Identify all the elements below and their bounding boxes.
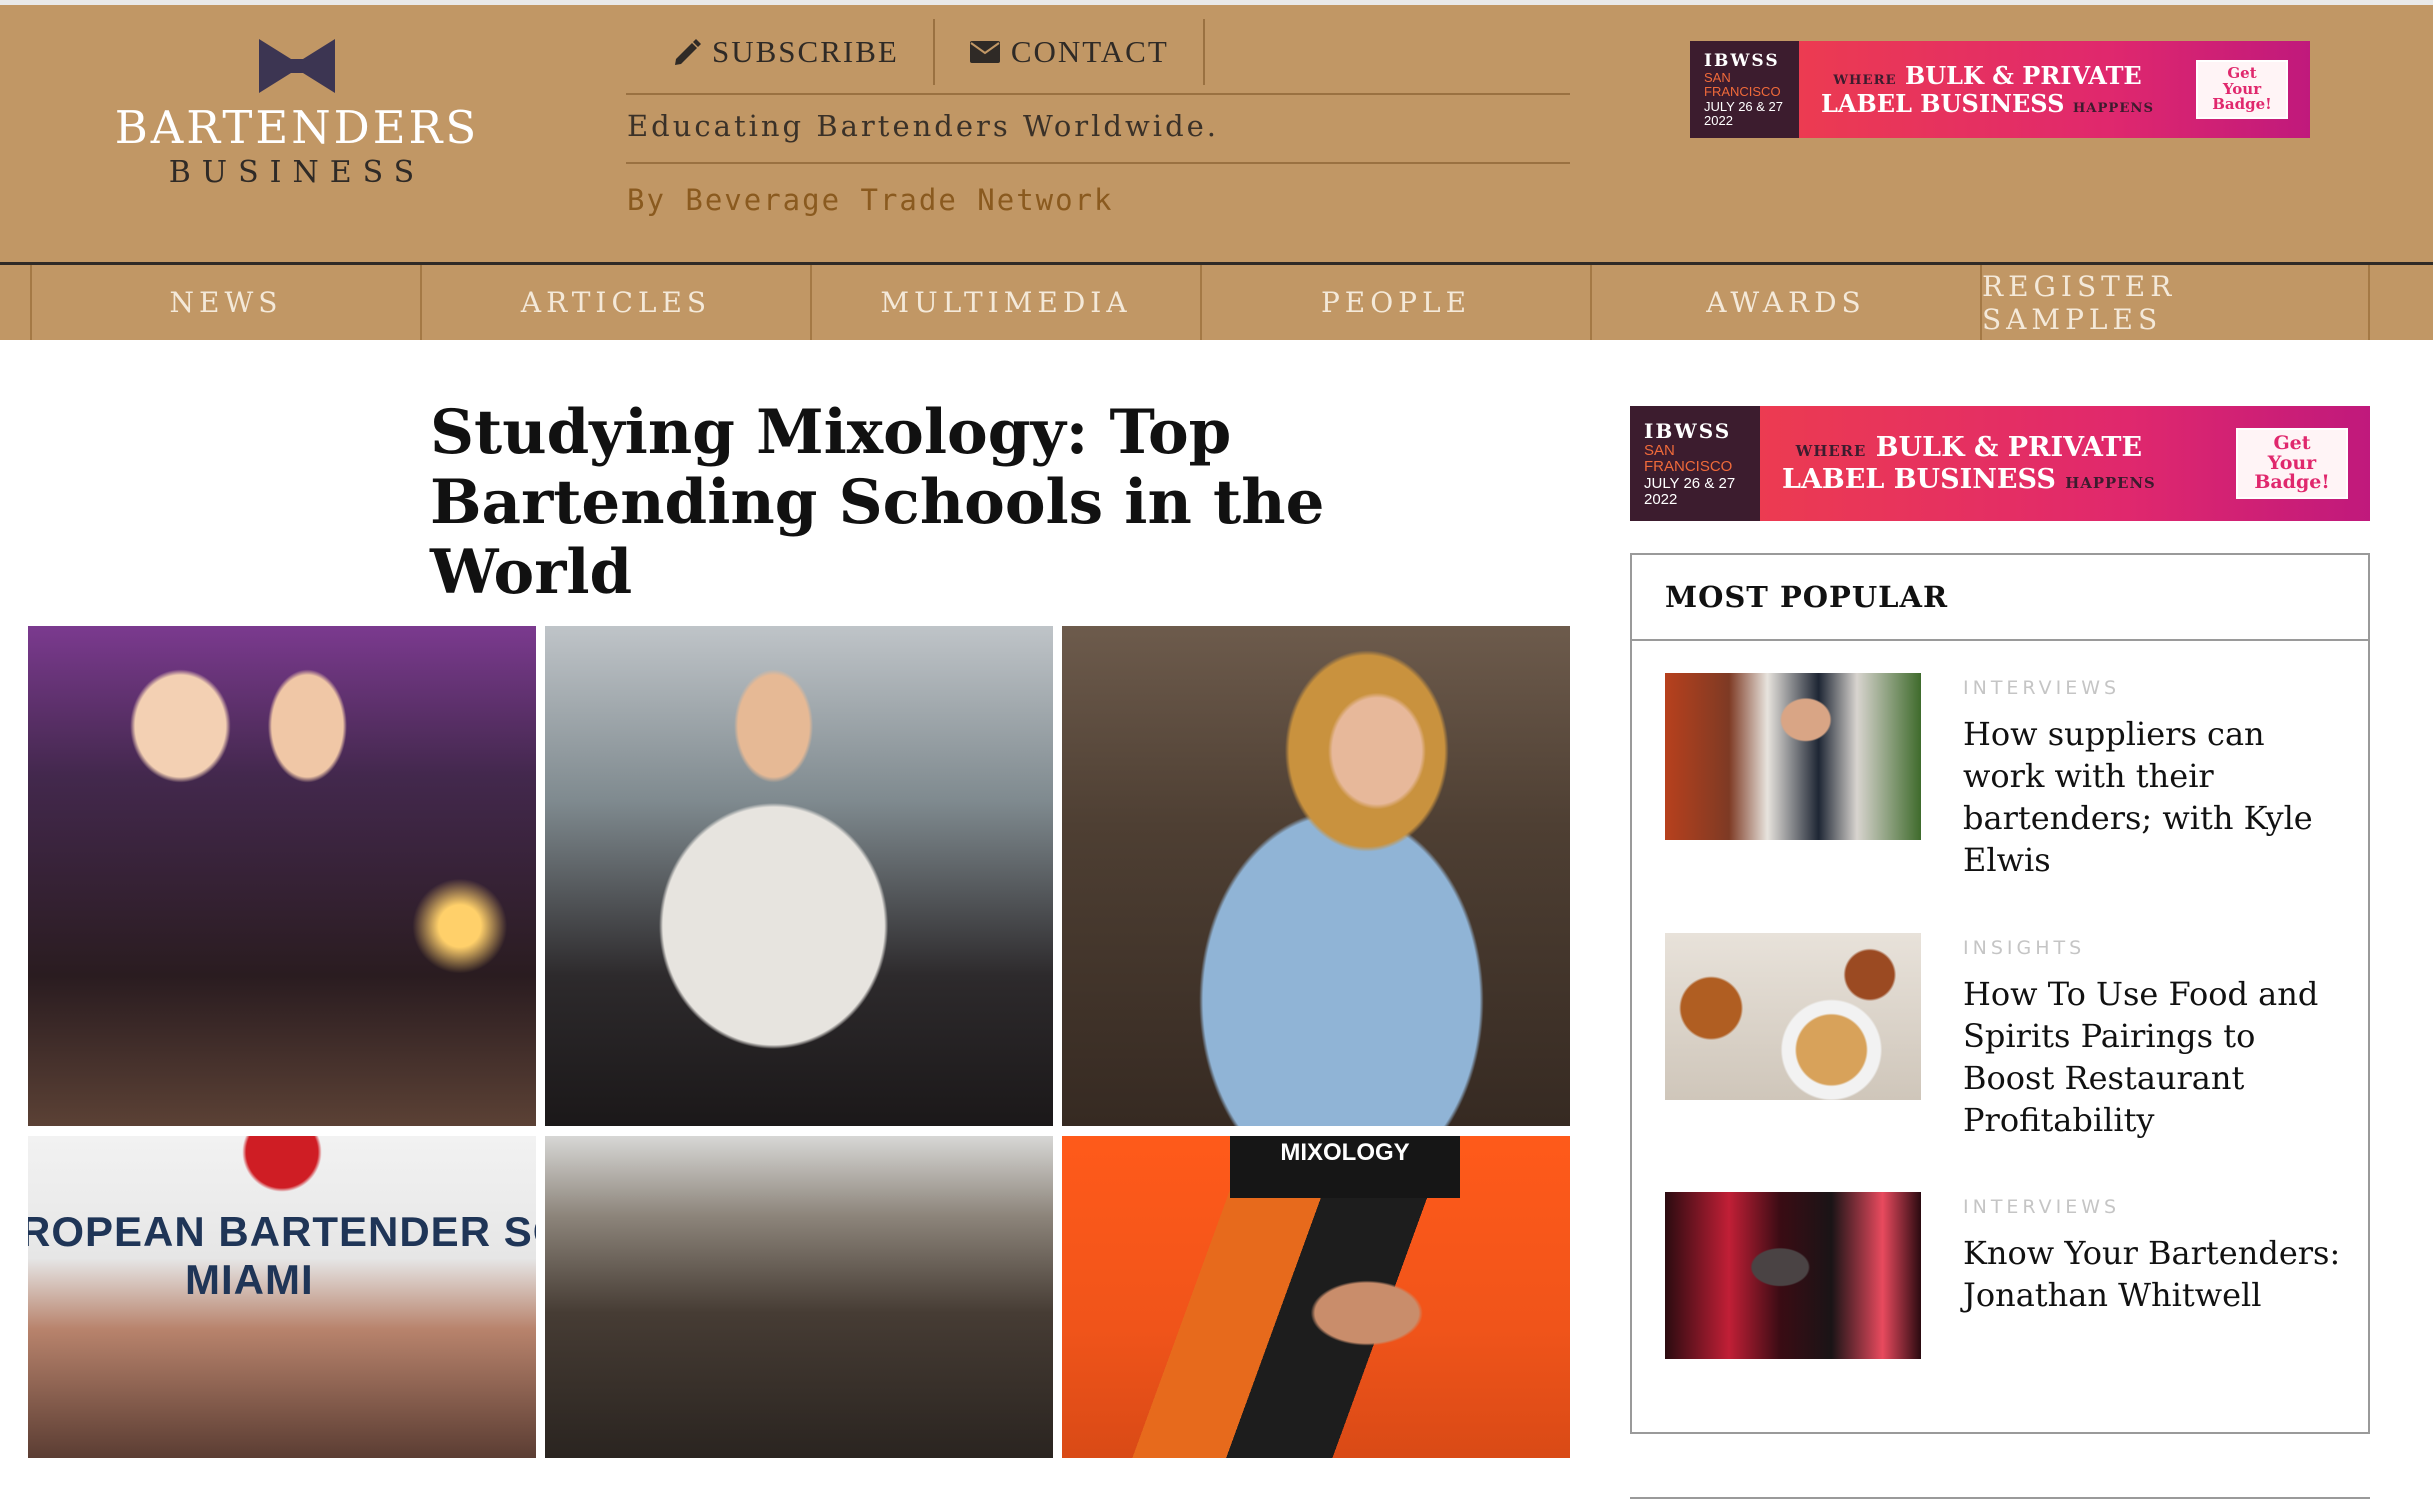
bowtie-icon	[259, 39, 335, 93]
ad-headline-1: BULK & PRIVATE	[1904, 60, 2142, 90]
popular-category[interactable]: INSIGHTS	[1963, 937, 2345, 959]
ad-year: 2022	[1644, 491, 1678, 508]
logo-wordmark-bottom: BUSINESS	[168, 155, 426, 190]
top-links: SUBSCRIBE CONTACT	[626, 19, 1205, 85]
ad-where: WHERE	[1833, 72, 1897, 88]
popular-thumbnail[interactable]	[1665, 1192, 1921, 1359]
contact-link[interactable]: CONTACT	[935, 19, 1205, 85]
nav-item-awards[interactable]: AWARDS	[1590, 265, 1980, 340]
photo-bar-class	[545, 1136, 1053, 1458]
popular-category[interactable]: INTERVIEWS	[1963, 1196, 2345, 1218]
ad-headline-1: BULK & PRIVATE	[1875, 432, 2143, 464]
popular-category[interactable]: INTERVIEWS	[1963, 677, 2345, 699]
photo-bartender-school-graduates: ROPEAN BARTENDER SCH MIAMI	[28, 1136, 536, 1458]
popular-item[interactable]: INTERVIEWS Know Your Bartenders: Jonatha…	[1665, 1192, 2345, 1359]
ad-message: WHERE BULK & PRIVATE LABEL BUSINESS HAPP…	[1760, 406, 2370, 521]
popular-title[interactable]: How suppliers can work with their barten…	[1963, 713, 2345, 881]
ad-cta-button[interactable]: Get Your Badge!	[2236, 427, 2348, 500]
ad-date: JULY 26 & 27	[1644, 474, 1736, 492]
popular-item-body: INTERVIEWS Know Your Bartenders: Jonatha…	[1963, 1192, 2345, 1359]
ad-brand: IBWSS	[1644, 418, 1732, 443]
ad-message: WHERE BULK & PRIVATE LABEL BUSINESS HAPP…	[1799, 41, 2310, 138]
most-popular-heading: MOST POPULAR	[1632, 555, 2368, 641]
subscribe-link[interactable]: SUBSCRIBE	[626, 19, 935, 85]
ad-city: SAN FRANCISCO	[1704, 69, 1781, 100]
popular-thumbnail[interactable]	[1665, 933, 1921, 1100]
ad-where: WHERE	[1795, 442, 1867, 461]
popular-title[interactable]: Know Your Bartenders: Jonathan Whitwell	[1963, 1232, 2345, 1316]
photo-bartender-pouring	[545, 626, 1053, 1126]
popular-item[interactable]: INSIGHTS How To Use Food and Spirits Pai…	[1665, 933, 2345, 1141]
nav-item-multimedia[interactable]: MULTIMEDIA	[810, 265, 1200, 340]
school-sign-line-2: MIAMI	[185, 1256, 314, 1303]
nav-item-register-samples[interactable]: REGISTER SAMPLES	[1980, 265, 2370, 340]
popular-item[interactable]: INTERVIEWS How suppliers can work with t…	[1665, 673, 2345, 881]
main-nav: NEWS ARTICLES MULTIMEDIA PEOPLE AWARDS R…	[0, 265, 2433, 340]
tagline-divider-top	[626, 93, 1570, 95]
ad-city: SAN FRANCISCO	[1644, 441, 1733, 475]
ad-cta-button[interactable]: Get Your Badge!	[2196, 59, 2288, 120]
ad-headline: WHERE BULK & PRIVATE LABEL BUSINESS HAPP…	[1821, 62, 2154, 117]
most-popular-widget: MOST POPULAR INTERVIEWS How suppliers ca…	[1630, 553, 2370, 1434]
ad-date: JULY 26 & 27	[1704, 98, 1784, 114]
contact-label: CONTACT	[1010, 34, 1169, 69]
envelope-icon	[969, 41, 1000, 63]
ad-brand: IBWSS	[1704, 50, 1780, 71]
ad-headline: WHERE BULK & PRIVATE LABEL BUSINESS HAPP…	[1782, 432, 2156, 494]
photo-mixology-academy: MIXOLOGY	[1062, 1136, 1570, 1458]
article-photo-collage: ROPEAN BARTENDER SCH MIAMI MIXOLOGY	[28, 626, 1570, 1459]
nav-item-people[interactable]: PEOPLE	[1200, 265, 1590, 340]
school-sign-line-1: ROPEAN BARTENDER SCH	[28, 1208, 536, 1255]
subscribe-label: SUBSCRIBE	[712, 34, 899, 69]
popular-item-body: INSIGHTS How To Use Food and Spirits Pai…	[1963, 933, 2345, 1141]
ad-event-block: IBWSS SAN FRANCISCO JULY 26 & 27 2022	[1630, 406, 1760, 521]
article-title: Studying Mixology: Top Bartending School…	[430, 397, 1325, 608]
ad-headline-2: LABEL BUSINESS	[1821, 88, 2065, 118]
popular-item-body: INTERVIEWS How suppliers can work with t…	[1963, 673, 2345, 881]
nav-item-articles[interactable]: ARTICLES	[420, 265, 810, 340]
site-byline: By Beverage Trade Network	[627, 183, 1114, 217]
logo-wordmark-top: BARTENDERS	[114, 101, 480, 154]
ad-happens: HAPPENS	[2072, 100, 2154, 116]
school-sign-text: ROPEAN BARTENDER SCH MIAMI	[28, 1208, 536, 1304]
ad-year: 2022	[1704, 112, 1733, 128]
popular-title[interactable]: How To Use Food and Spirits Pairings to …	[1963, 973, 2345, 1141]
photo-bartender-mixing	[1062, 626, 1570, 1126]
photo-bartenders-flaming	[28, 626, 536, 1126]
header-ad-banner[interactable]: IBWSS SAN FRANCISCO JULY 26 & 27 2022 WH…	[1690, 41, 2310, 138]
site-logo[interactable]: BARTENDERS BUSINESS	[112, 39, 482, 188]
sidebar-ad-banner[interactable]: IBWSS SAN FRANCISCO JULY 26 & 27 2022 WH…	[1630, 406, 2370, 521]
mixology-sign: MIXOLOGY	[1230, 1136, 1460, 1198]
nav-item-news[interactable]: NEWS	[30, 265, 420, 340]
popular-thumbnail[interactable]	[1665, 673, 1921, 840]
tagline-divider-bottom	[626, 162, 1570, 164]
pencil-icon	[675, 39, 701, 65]
ad-event-block: IBWSS SAN FRANCISCO JULY 26 & 27 2022	[1690, 41, 1799, 138]
site-header: BARTENDERS BUSINESS SUBSCRIBE CONTACT Ed…	[0, 5, 2433, 262]
site-tagline: Educating Bartenders Worldwide.	[627, 109, 1220, 143]
ad-headline-2: LABEL BUSINESS	[1782, 463, 2056, 495]
ad-happens: HAPPENS	[2065, 473, 2156, 492]
